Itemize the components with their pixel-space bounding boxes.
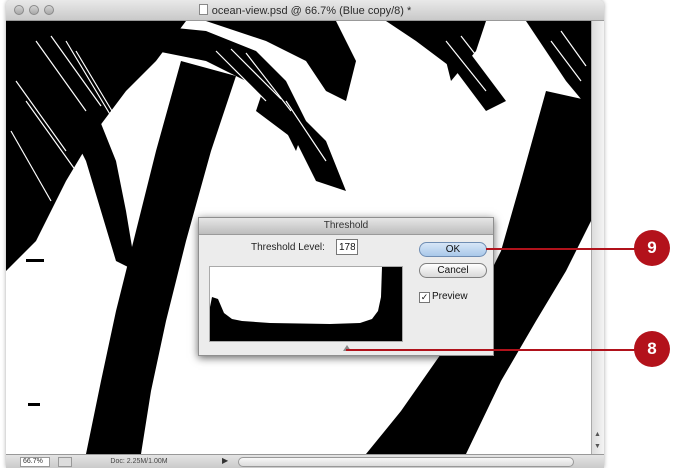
vertical-scrollbar[interactable]: ▲ ▼ [591, 21, 604, 454]
callout-badge-8: 8 [634, 331, 670, 367]
scroll-down-icon[interactable]: ▼ [592, 441, 603, 452]
preview-option[interactable]: ✓ Preview [419, 291, 468, 303]
callout-line-8 [346, 349, 638, 351]
threshold-dialog: Threshold Threshold Level: OK Cancel ✓Pr… [198, 217, 494, 356]
document-icon [198, 4, 208, 15]
zoom-level-field[interactable]: 66.7% [20, 457, 50, 467]
horizontal-scrollbar[interactable] [238, 457, 574, 467]
scroll-up-icon[interactable]: ▲ [592, 429, 603, 440]
window-title: ocean-view.psd @ 66.7% (Blue copy/8) * [6, 4, 604, 17]
ok-button[interactable]: OK [419, 242, 487, 257]
callout-badge-9: 9 [634, 230, 670, 266]
histogram [209, 266, 403, 342]
preview-label: Preview [432, 291, 468, 302]
document-info: Doc: 2.25M/1.00M [110, 458, 168, 465]
window-title-text: ocean-view.psd @ 66.7% (Blue copy/8) * [211, 5, 412, 17]
status-toggle-icon[interactable] [58, 457, 72, 467]
title-bar: ocean-view.psd @ 66.7% (Blue copy/8) * [6, 0, 604, 21]
dialog-title: Threshold [199, 218, 493, 235]
threshold-level-input[interactable] [336, 239, 358, 255]
callout-line-9 [486, 248, 638, 250]
cancel-button[interactable]: Cancel [419, 263, 487, 278]
preview-checkbox[interactable]: ✓ [419, 292, 430, 303]
status-menu-arrow-icon[interactable]: ▶ [222, 456, 228, 465]
status-bar: 66.7% Doc: 2.25M/1.00M ▶ [6, 454, 604, 468]
histogram-graph [210, 267, 402, 341]
threshold-level-label: Threshold Level: [251, 242, 325, 253]
